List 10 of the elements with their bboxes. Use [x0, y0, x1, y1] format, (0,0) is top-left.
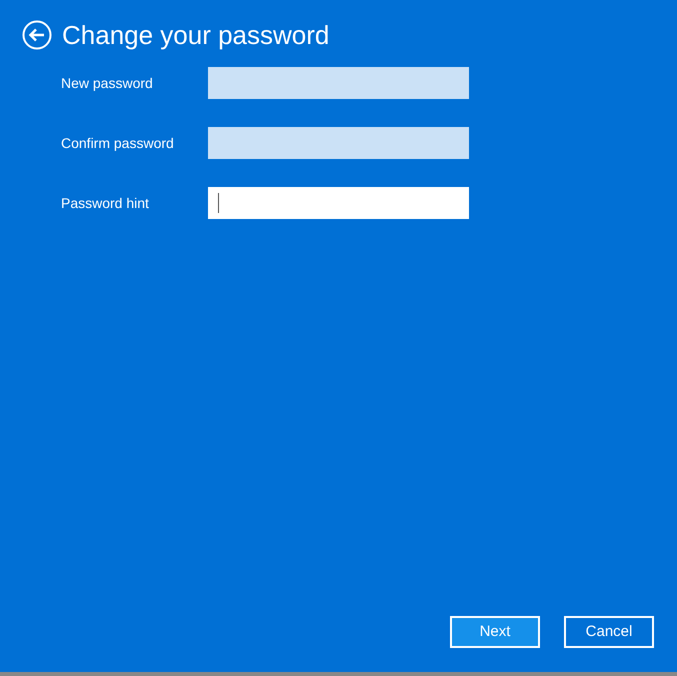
input-field[interactable]: [208, 67, 469, 99]
back-icon[interactable]: [22, 20, 52, 50]
field-label: Password hint: [61, 194, 150, 212]
field-label: Confirm password: [61, 134, 175, 153]
input-field[interactable]: [208, 127, 469, 159]
next-button[interactable]: Next: [450, 616, 540, 648]
input-field[interactable]: [208, 187, 469, 219]
cancel-button[interactable]: Cancel: [564, 616, 654, 648]
field-label: New password: [61, 74, 154, 93]
page-title: Change your password: [62, 19, 330, 51]
